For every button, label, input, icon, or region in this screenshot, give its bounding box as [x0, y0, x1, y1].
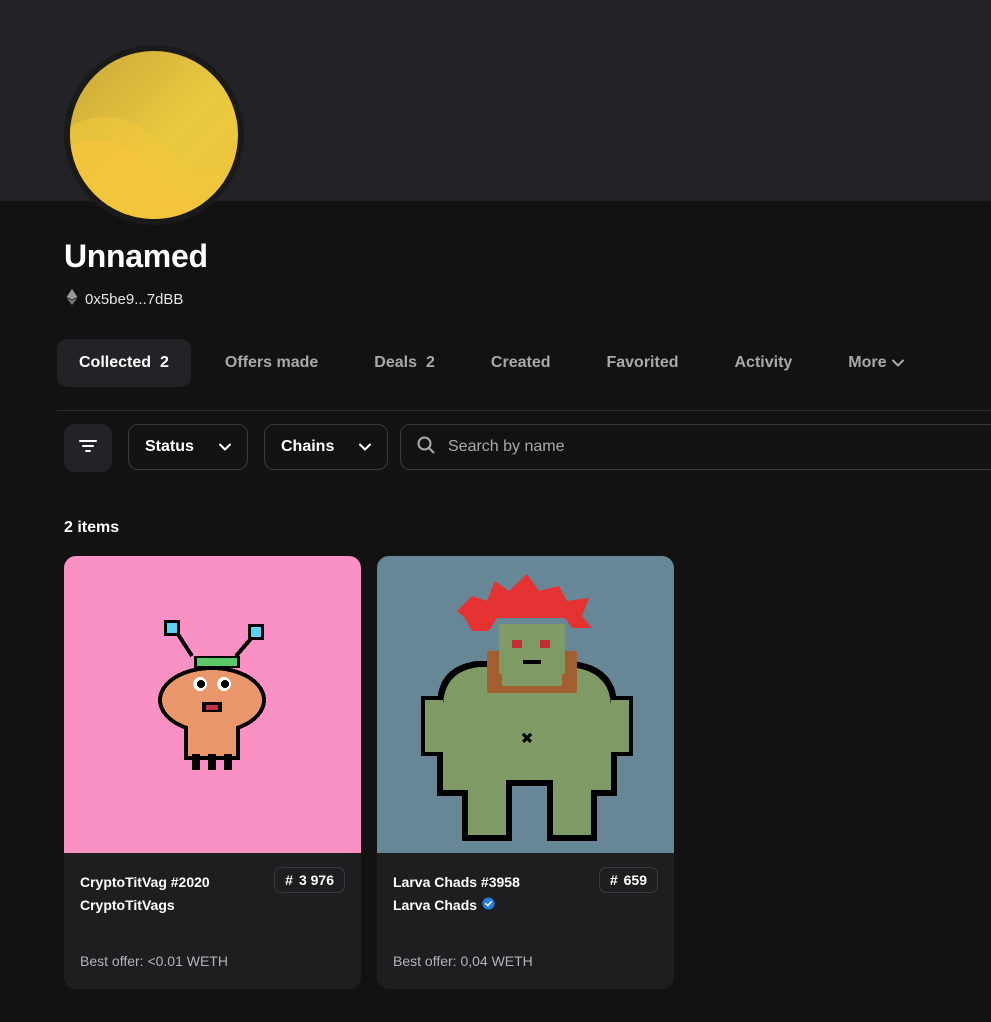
tab-label: Activity	[734, 354, 793, 371]
status-dropdown-label: Status	[145, 438, 194, 455]
tab-collected[interactable]: Collected 2	[57, 339, 191, 387]
chains-dropdown[interactable]: Chains	[264, 424, 388, 470]
filter-button[interactable]	[64, 424, 112, 472]
filter-icon	[79, 439, 97, 458]
best-offer: Best offer: 0,04 WETH	[393, 953, 533, 969]
tabs-divider	[57, 410, 991, 411]
tab-more[interactable]: More	[826, 339, 925, 387]
wallet-address-text: 0x5be9...7dBB	[85, 290, 184, 308]
verified-badge-icon	[482, 897, 495, 913]
tab-count: 2	[160, 354, 169, 371]
tab-label: Created	[490, 354, 551, 371]
chevron-down-icon	[891, 354, 904, 372]
tab-label: Favorited	[606, 354, 679, 371]
tab-label: Offers made	[224, 354, 319, 371]
wallet-address[interactable]: 0x5be9...7dBB	[66, 289, 183, 309]
rank-value: 3 976	[298, 872, 334, 888]
collection-name[interactable]: CryptoTitVags	[80, 897, 175, 913]
nft-card[interactable]: CryptoTitVag #2020 CryptoTitVags # 3 976…	[64, 556, 361, 989]
card-body: Larva Chads #3958 Larva Chads # 659 Best…	[377, 853, 674, 989]
tab-label: More	[848, 354, 887, 371]
tab-count: 2	[426, 354, 435, 371]
avatar-image	[70, 51, 238, 219]
status-dropdown[interactable]: Status	[128, 424, 248, 470]
tab-offers-made[interactable]: Offers made	[203, 339, 340, 387]
tab-deals[interactable]: Deals 2	[352, 339, 457, 387]
tab-label: Collected	[79, 354, 152, 371]
search-icon	[417, 436, 435, 459]
chevron-down-icon	[359, 438, 371, 456]
nft-image	[64, 556, 361, 853]
tab-activity[interactable]: Activity	[713, 339, 815, 387]
collection-name-text: CryptoTitVags	[80, 897, 175, 913]
collection-name-text: Larva Chads	[393, 897, 478, 913]
search-box[interactable]	[400, 424, 991, 470]
nft-title: CryptoTitVag #2020	[80, 874, 210, 890]
hash-icon: #	[609, 872, 618, 888]
nft-image	[377, 556, 674, 853]
hash-icon: #	[285, 872, 293, 888]
profile-name: Unnamed	[64, 238, 208, 274]
tab-label: Deals	[374, 354, 417, 371]
search-input[interactable]	[446, 437, 950, 457]
chevron-down-icon	[219, 438, 231, 456]
rarity-rank-badge[interactable]: # 3 976	[274, 867, 345, 893]
collection-name[interactable]: Larva Chads	[393, 897, 495, 913]
tab-favorited[interactable]: Favorited	[584, 339, 700, 387]
nft-card[interactable]: Larva Chads #3958 Larva Chads # 659 Best…	[377, 556, 674, 989]
profile-tabs: Collected 2 Offers made Deals 2 Created …	[57, 339, 938, 387]
items-count: 2 items	[64, 519, 120, 536]
best-offer: Best offer: <0.01 WETH	[80, 953, 228, 969]
card-body: CryptoTitVag #2020 CryptoTitVags # 3 976…	[64, 853, 361, 989]
chains-dropdown-label: Chains	[281, 438, 335, 455]
tab-created[interactable]: Created	[469, 339, 573, 387]
profile-avatar[interactable]	[64, 45, 244, 225]
rarity-rank-badge[interactable]: # 659	[598, 867, 658, 893]
ethereum-icon	[66, 289, 78, 309]
rank-value: 659	[623, 872, 647, 888]
nft-title: Larva Chads #3958	[393, 874, 520, 890]
